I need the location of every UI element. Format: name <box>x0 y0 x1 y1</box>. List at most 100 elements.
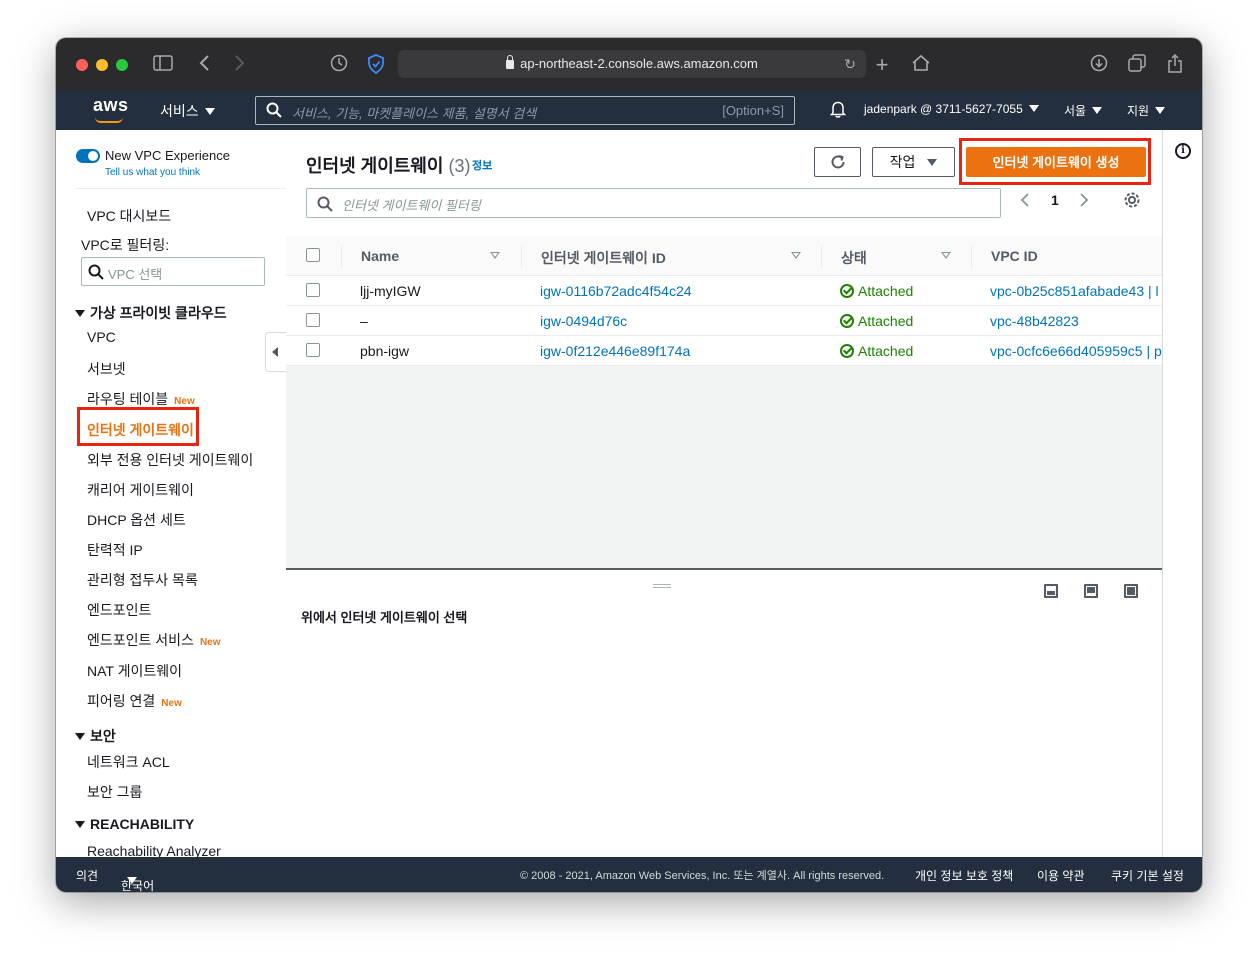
row-checkbox[interactable] <box>306 313 320 327</box>
sidebar-item-label: 관리형 접두사 목록 <box>87 572 198 588</box>
actions-label: 작업 <box>889 154 916 170</box>
history-icon[interactable] <box>328 54 350 76</box>
region-menu[interactable]: 서울 <box>1064 102 1103 119</box>
cell-vpc-id[interactable]: vpc-0cfc6e66d405959c5 | p <box>990 343 1162 359</box>
sidebar-item-reachability-analyzer[interactable]: Reachability Analyzer <box>87 843 221 857</box>
sidebar-item-egress-only-igw[interactable]: 외부 전용 인터넷 게이트웨이 <box>87 450 253 470</box>
row-checkbox[interactable] <box>306 343 320 357</box>
sidebar-item-carrier-gateways[interactable]: 캐리어 게이트웨이 <box>87 480 194 500</box>
sort-icon[interactable] <box>490 252 500 259</box>
sidebar-item-endpoints[interactable]: 엔드포인트 <box>87 600 151 620</box>
column-header-igw-id[interactable]: 인터넷 게이트웨이 ID <box>541 248 666 268</box>
table-row[interactable]: ljj-myIGW igw-0116b72adc4f54c24 Attached… <box>286 276 1162 306</box>
detail-empty-message: 위에서 인터넷 게이트웨이 선택 <box>301 610 468 625</box>
sidebar-item-label: 서브넷 <box>87 361 126 377</box>
support-label: 지원 <box>1127 104 1150 118</box>
sidebar: New VPC Experience Tell us what you thin… <box>56 130 286 857</box>
state-text: Attached <box>858 313 914 329</box>
sidebar-item-security-groups[interactable]: 보안 그룹 <box>87 782 142 802</box>
services-menu[interactable]: 서비스 <box>160 101 215 121</box>
previous-page-icon[interactable] <box>1020 188 1030 213</box>
sidebar-item-vpc-dashboard[interactable]: VPC 대시보드 <box>87 206 171 226</box>
tab-overview-icon[interactable] <box>1126 54 1148 76</box>
close-window-button[interactable] <box>76 59 88 71</box>
sidebar-item-nat-gateways[interactable]: NAT 게이트웨이 <box>87 661 182 681</box>
cell-igw-id[interactable]: igw-0494d76c <box>540 313 627 329</box>
section-reachability[interactable]: REACHABILITY <box>75 816 194 832</box>
cell-igw-id[interactable]: igw-0f212e446e89f174a <box>540 343 690 359</box>
table-header: Name 인터넷 게이트웨이 ID 상태 VPC ID <box>286 236 1162 276</box>
cell-name: – <box>360 313 368 329</box>
new-vpc-experience-toggle[interactable] <box>76 149 100 163</box>
share-icon[interactable] <box>1164 53 1186 76</box>
cell-state: Attached <box>840 343 913 359</box>
service-search-input[interactable]: 서비스, 기능, 마켓플레이스 제품, 설명서 검색 [Option+S] <box>255 96 795 125</box>
success-icon <box>840 284 854 298</box>
feedback-link[interactable]: Tell us what you think <box>105 167 200 178</box>
notifications-icon[interactable] <box>829 100 847 121</box>
sidebar-item-subnets[interactable]: 서브넷 <box>87 359 126 379</box>
sidebar-item-vpc[interactable]: VPC <box>87 329 116 345</box>
downloads-icon[interactable] <box>1088 54 1110 76</box>
sidebar-item-prefix-lists[interactable]: 관리형 접두사 목록 <box>87 570 198 590</box>
actions-button[interactable]: 작업 <box>872 147 955 177</box>
column-header-name[interactable]: Name <box>361 248 399 264</box>
minimize-window-button[interactable] <box>96 59 108 71</box>
cookie-preferences-link[interactable]: 쿠키 기본 설정 <box>1111 867 1184 884</box>
sidebar-item-network-acls[interactable]: 네트워크 ACL <box>87 752 170 772</box>
refresh-button[interactable] <box>814 147 861 177</box>
back-icon[interactable] <box>196 54 214 76</box>
sort-icon[interactable] <box>941 252 951 259</box>
new-badge: New <box>199 637 221 648</box>
section-security[interactable]: 보안 <box>75 726 116 746</box>
new-tab-icon[interactable]: + <box>872 54 892 76</box>
zoom-window-button[interactable] <box>116 59 128 71</box>
settings-icon[interactable] <box>1123 191 1141 212</box>
row-checkbox[interactable] <box>306 283 320 297</box>
info-link[interactable]: 정보 <box>472 157 492 173</box>
privacy-link[interactable]: 개인 정보 보호 정책 <box>915 867 1013 884</box>
split-full-icon[interactable] <box>1124 584 1138 598</box>
info-icon[interactable]: i <box>1175 143 1191 159</box>
sidebar-item-endpoint-services[interactable]: 엔드포인트 서비스 New <box>87 630 221 650</box>
split-bottom-icon[interactable] <box>1044 584 1058 598</box>
cell-igw-id[interactable]: igw-0116b72adc4f54c24 <box>540 283 692 299</box>
resize-handle-icon[interactable] <box>653 584 671 588</box>
sidebar-item-dhcp-options[interactable]: DHCP 옵션 세트 <box>87 510 186 530</box>
sidebar-item-elastic-ips[interactable]: 탄력적 IP <box>87 540 143 560</box>
split-side-icon[interactable] <box>1084 584 1098 598</box>
sidebar-item-peering-connections[interactable]: 피어링 연결 New <box>87 691 182 711</box>
current-page[interactable]: 1 <box>1051 192 1059 208</box>
account-menu[interactable]: jadenpark @ 3711-5627-7055 <box>864 102 1039 116</box>
sidebar-item-label: 캐리어 게이트웨이 <box>87 482 194 498</box>
forward-icon[interactable] <box>230 54 248 76</box>
table-row[interactable]: – igw-0494d76c Attached vpc-48b42823 <box>286 306 1162 336</box>
feedback-link[interactable]: 의견 <box>76 867 98 884</box>
terms-link[interactable]: 이용 약관 <box>1037 867 1085 884</box>
section-label: REACHABILITY <box>90 816 195 832</box>
column-header-vpc-id[interactable]: VPC ID <box>991 248 1038 264</box>
shield-icon[interactable] <box>365 54 387 76</box>
select-all-checkbox[interactable] <box>306 248 320 262</box>
section-virtual-private-cloud[interactable]: 가상 프라이빗 클라우드 <box>75 303 227 323</box>
vpc-filter-select[interactable]: VPC 선택 <box>81 257 265 286</box>
aws-logo[interactable]: aws <box>93 95 129 123</box>
address-bar[interactable]: ap-northeast-2.console.aws.amazon.com ↻ <box>398 50 866 78</box>
collapse-sidebar-button[interactable] <box>265 332 286 372</box>
sidebar-toggle-icon[interactable] <box>152 54 174 76</box>
aws-logo-text: aws <box>93 95 129 115</box>
table-row[interactable]: pbn-igw igw-0f212e446e89f174a Attached v… <box>286 336 1162 366</box>
cell-vpc-id[interactable]: vpc-48b42823 <box>990 313 1079 329</box>
column-header-state[interactable]: 상태 <box>841 248 867 268</box>
support-menu[interactable]: 지원 <box>1127 102 1166 119</box>
next-page-icon[interactable] <box>1079 188 1089 213</box>
divider <box>76 188 286 189</box>
page-title: 인터넷 게이트웨이 (3) <box>306 152 471 178</box>
sidebar-item-route-tables[interactable]: 라우팅 테이블 New <box>87 389 195 409</box>
sort-icon[interactable] <box>791 252 801 259</box>
cell-vpc-id[interactable]: vpc-0b25c851afabade43 | l <box>990 283 1159 299</box>
region-label: 서울 <box>1064 104 1087 118</box>
reload-icon[interactable]: ↻ <box>844 50 856 78</box>
filter-input[interactable]: 인터넷 게이트웨이 필터링 <box>306 188 1001 218</box>
home-icon[interactable] <box>910 54 932 76</box>
